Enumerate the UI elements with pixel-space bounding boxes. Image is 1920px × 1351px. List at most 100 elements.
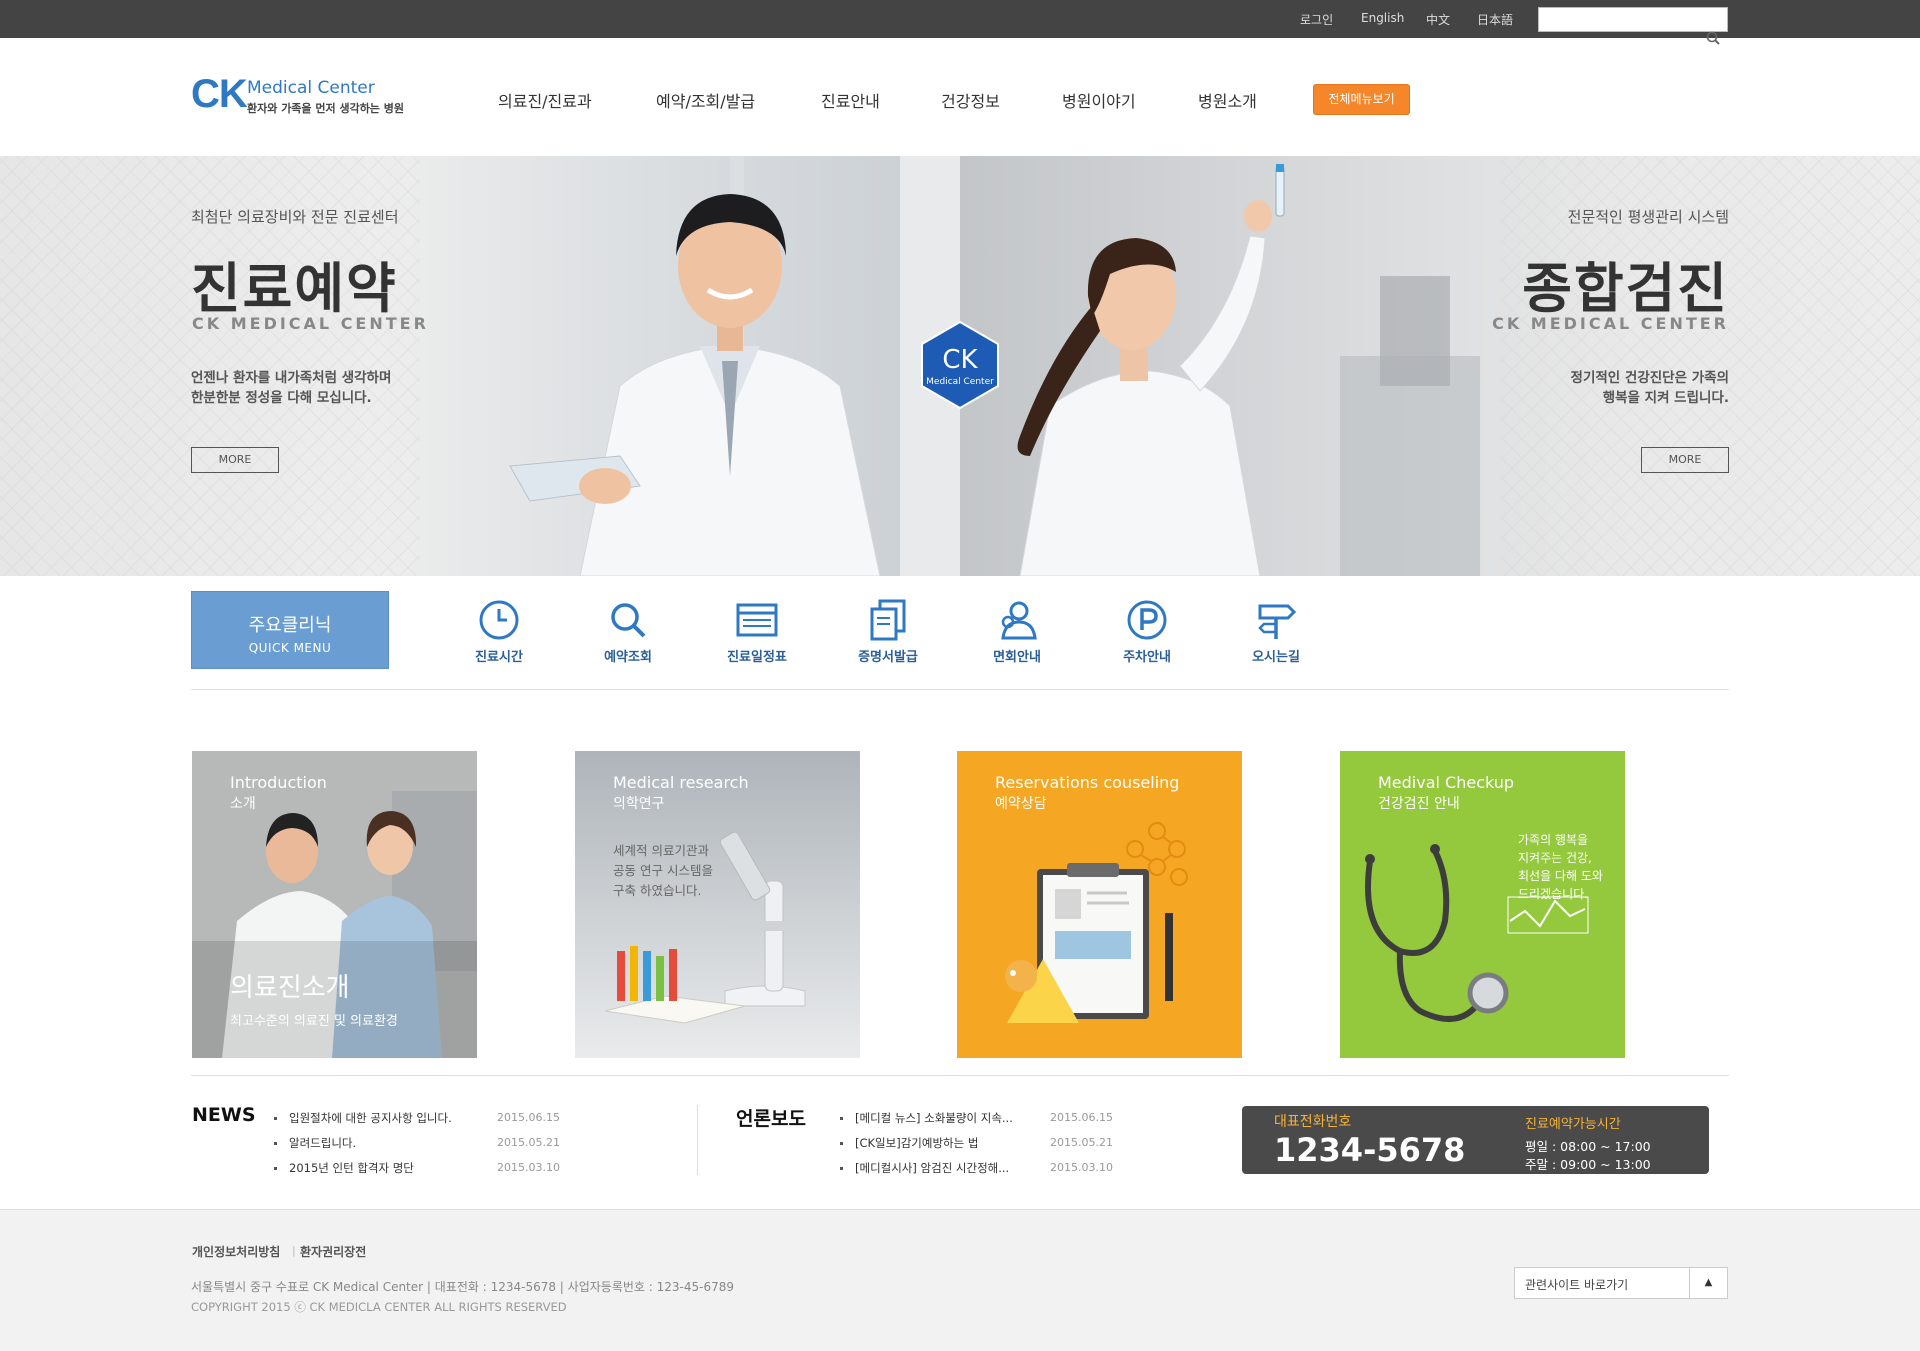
press-item-text: [메디컬 뉴스] 소화불량이 지속... [855,1111,1013,1125]
news-item[interactable]: 입원절차에 대한 공지사항 입니다. [274,1110,452,1126]
chevron-up-icon: ▲ [1689,1268,1727,1298]
bullet [840,1167,843,1170]
quick-item-label: 진료시간 [475,650,523,665]
tile-en-title: Medical research [613,773,749,792]
lang-english-link[interactable]: English [1361,11,1404,25]
quick-item-label: 예약조회 [604,650,652,665]
quick-item-label: 면회안내 [993,650,1041,665]
clock-icon [479,600,519,640]
tile-medical-research[interactable]: Medical research 의학연구 세계적 의료기관과 공동 연구 시스… [575,751,860,1058]
press-date: 2015.03.10 [1050,1161,1113,1174]
bullet [274,1117,277,1120]
badge-label: Medical Center [926,377,994,387]
ck-badge-icon: CK Medical Center [921,320,999,410]
search-icon[interactable] [1705,30,1723,48]
document-icon [870,599,906,641]
visitor-icon [1001,601,1037,640]
hero-banner: 최첨단 의료장비와 전문 진료센터 진료예약 CK MEDICAL CENTER… [0,156,1920,576]
news-item-text: 알려드립니다. [289,1136,357,1150]
tile-reservation-counseling[interactable]: Reservations couseling 예약상담 [957,751,1242,1058]
tile-en-title: Introduction [230,773,327,792]
hero-right-en: CK MEDICAL CENTER [1492,314,1729,333]
footer-separator: | [292,1244,296,1257]
hero-right-more-button[interactable]: MORE [1641,447,1729,473]
nav-item-health-info[interactable]: 건강정보 [941,88,1000,112]
logo-title: Medical Center [247,78,375,98]
press-item[interactable]: [CK일보]감기예방하는 법 [840,1135,978,1151]
bullet [840,1142,843,1145]
tile-ko-title: 건강검진 안내 [1378,796,1460,812]
news-item[interactable]: 2015년 인턴 합격자 명단 [274,1160,414,1176]
tile-en-title: Medival Checkup [1378,773,1515,792]
quick-item-schedule[interactable]: 진료일정표 [702,598,812,665]
lang-chinese-link[interactable]: 中文 [1426,11,1450,28]
quick-menu-title: 주요클리닉 [248,615,332,636]
bullet [274,1167,277,1170]
quick-item-parking[interactable]: 주차안내 [1092,598,1202,665]
hero-left-title: 진료예약 [191,257,398,320]
quick-menu-box[interactable]: 주요클리닉 QUICK MENU [191,591,389,669]
family-site-select[interactable]: 관련사이트 바로가기 ▲ [1514,1267,1728,1299]
login-link[interactable]: 로그인 [1300,11,1333,28]
quick-item-directions[interactable]: 오시는길 [1221,598,1331,665]
news-item[interactable]: 알려드립니다. [274,1135,356,1151]
site-footer: 개인정보처리방침 | 환자권리장전 서울특별시 중구 수표로 CK Medica… [0,1209,1920,1351]
nav-item-story[interactable]: 병원이야기 [1062,88,1136,112]
phone-label: 대표전화번호 [1274,1114,1352,1130]
privacy-policy-link[interactable]: 개인정보처리방침 [192,1243,280,1260]
section-divider [191,689,1729,690]
tile-desc-3: 구축 하였습니다. [613,883,702,898]
quick-item-hours[interactable]: 진료시간 [444,598,554,665]
utility-bar: 로그인 English 中文 日本語 [0,0,1920,38]
hero-left-panel: 최첨단 의료장비와 전문 진료센터 진료예약 CK MEDICAL CENTER… [0,156,960,576]
hero-left-en: CK MEDICAL CENTER [192,314,429,333]
tile-desc-2: 지켜주는 건강, [1518,851,1592,865]
quick-item-certificate[interactable]: 증명서발급 [833,598,943,665]
tile-ko-title: 의학연구 [613,796,665,812]
weekday-hours: 평일 : 08:00 ~ 17:00 [1525,1139,1651,1154]
news-item-text: 입원절차에 대한 공지사항 입니다. [289,1111,452,1125]
press-item[interactable]: [메디컬시사] 암검진 시간정해... [840,1160,1009,1176]
press-date: 2015.06.15 [1050,1111,1113,1124]
nav-item-guide[interactable]: 진료안내 [821,88,880,112]
hero-right-desc-1: 정기적인 건강진단은 가족의 [1570,370,1729,386]
family-site-label: 관련사이트 바로가기 [1525,1278,1629,1292]
tile-introduction[interactable]: Introduction 소개 의료진소개 최고수준의 의료진 및 의료환경 [192,751,477,1058]
nav-item-about[interactable]: 병원소개 [1198,88,1257,112]
nav-item-reservation[interactable]: 예약/조회/발급 [656,88,755,112]
weekend-hours: 주말 : 09:00 ~ 13:00 [1525,1157,1651,1172]
press-item-text: [CK일보]감기예방하는 법 [855,1136,979,1150]
hero-left-desc-2: 한분한분 정성을 다해 모십니다. [191,390,372,406]
bullet [274,1142,277,1145]
search-icon [611,603,646,638]
press-title: 언론보도 [736,1108,806,1130]
full-menu-button[interactable]: 전체메뉴보기 [1313,84,1410,115]
tile-desc-2: 공동 연구 시스템을 [613,863,713,878]
logo-slogan: 환자와 가족을 먼저 생각하는 병원 [247,102,404,115]
signpost-icon [1258,604,1297,639]
quick-item-lookup[interactable]: 예약조회 [573,598,683,665]
footer-address: 서울특별시 중구 수표로 CK Medical Center | 대표전화 : … [191,1280,734,1294]
doctor-photo [509,156,960,576]
lang-japanese-link[interactable]: 日本語 [1477,11,1513,28]
quick-item-visit[interactable]: 면회안내 [962,598,1072,665]
nav-item-doctors[interactable]: 의료진/진료과 [498,88,592,112]
tile-ko-title: 소개 [230,796,256,812]
site-logo[interactable]: CK Medical Center 환자와 가족을 먼저 생각하는 병원 [191,72,431,118]
badge-mark: CK [942,345,978,375]
tile-desc-4: 드리겠습니다. [1518,887,1589,901]
news-title: NEWS [192,1104,256,1126]
hero-right-title: 종합검진 [1522,257,1729,320]
press-item[interactable]: [메디컬 뉴스] 소화불량이 지속... [840,1110,1013,1126]
news-item-text: 2015년 인턴 합격자 명단 [289,1161,414,1175]
hero-left-desc-1: 언젠나 환자를 내가족처럼 생각하며 [191,370,392,386]
researcher-photo [1017,164,1480,576]
section-divider [191,1075,1729,1076]
press-date: 2015.05.21 [1050,1136,1113,1149]
patient-rights-link[interactable]: 환자권리장전 [300,1243,366,1260]
search-input[interactable] [1538,7,1728,32]
hero-left-more-button[interactable]: MORE [191,447,279,473]
tile-desc-3: 최선을 다해 도와 [1518,869,1603,883]
tile-medical-checkup[interactable]: Medival Checkup 건강검진 안내 가족의 행복을 지켜주는 건강,… [1340,751,1625,1058]
logo-mark: CK [191,72,248,116]
